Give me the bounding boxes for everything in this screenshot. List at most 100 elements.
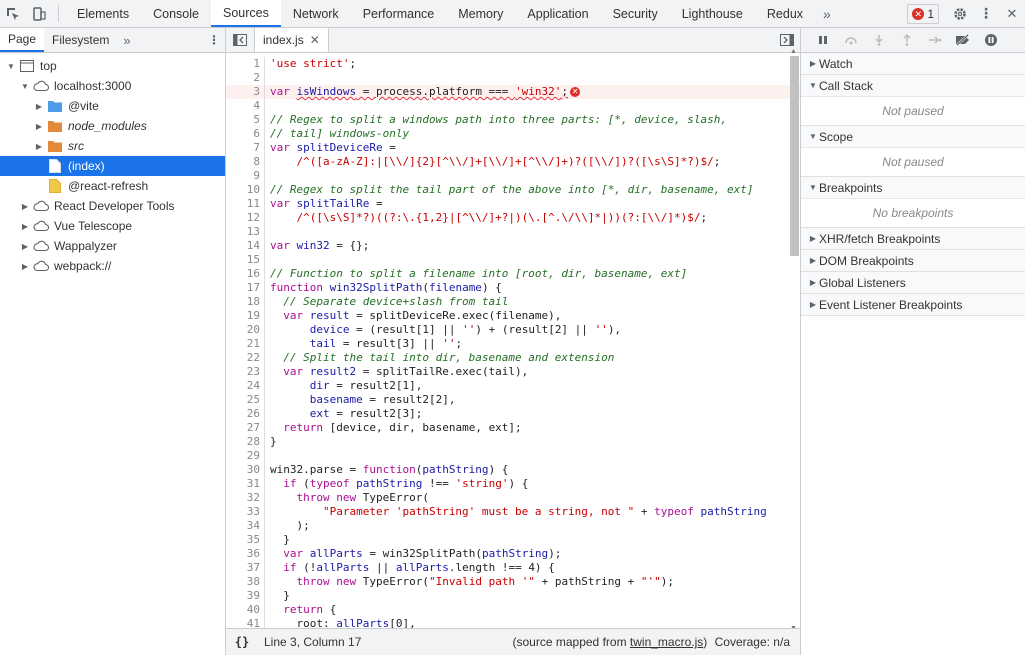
code-text[interactable]: throw new TypeError( [270,491,429,505]
tab-redux[interactable]: Redux [755,0,815,27]
expand-right-icon[interactable]: ▶ [807,278,819,287]
line-number[interactable]: 28 [226,435,264,449]
code-line[interactable]: 16 // Function to split a filename into [… [226,267,800,281]
section-header[interactable]: ▶ Event Listener Breakpoints [801,294,1025,315]
section-header[interactable]: ▶ XHR/fetch Breakpoints [801,228,1025,249]
line-number[interactable]: 37 [226,561,264,575]
line-number[interactable]: 18 [226,295,264,309]
line-number[interactable]: 12 [226,211,264,225]
step-into-icon[interactable] [865,34,893,46]
expand-right-icon[interactable]: ▶ [34,142,44,151]
editor-scrollbar[interactable]: ▲ ▼ [789,48,799,632]
code-line[interactable]: 23 var result2 = splitTailRe.exec(tail), [226,365,800,379]
code-line[interactable]: 32 throw new TypeError( [226,491,800,505]
tree-item[interactable]: ▶ src [0,136,225,156]
code-line[interactable]: 15 [226,253,800,267]
code-line[interactable]: 6 // tail] windows-only [226,127,800,141]
expand-right-icon[interactable]: ▶ [20,222,30,231]
code-line[interactable]: 2 [226,71,800,85]
expand-right-icon[interactable]: ▶ [20,202,30,211]
code-text[interactable]: /^([\s\S]*?)((?:\.{1,2}|[^\\/]+?|)(\.[^.… [270,211,708,225]
code-line[interactable]: 24 dir = result2[1], [226,379,800,393]
code-text[interactable]: var splitTailRe = [270,197,383,211]
more-tabs-button[interactable]: » [815,0,839,27]
code-text[interactable]: ); [270,519,309,533]
close-devtools-icon[interactable]: ✕ [999,6,1025,22]
code-line[interactable]: 10 // Regex to split the tail part of the… [226,183,800,197]
code-text[interactable]: if (typeof pathString !== 'string') { [270,477,528,491]
expand-right-icon[interactable]: ▶ [807,300,819,309]
expand-down-icon[interactable]: ▼ [6,62,16,71]
tab-sources[interactable]: Sources [210,0,281,27]
code-line[interactable]: 17 function win32SplitPath(filename) { [226,281,800,295]
code-text[interactable]: } [270,589,290,603]
tree-item[interactable]: ▶ Vue Telescope [0,216,225,236]
expand-right-icon[interactable]: ▶ [807,256,819,265]
line-number[interactable]: 38 [226,575,264,589]
tab-lighthouse[interactable]: Lighthouse [670,0,755,27]
code-line[interactable]: 39 } [226,589,800,603]
expand-right-icon[interactable]: ▶ [807,59,819,68]
toggle-navigator-icon[interactable] [226,28,254,52]
code-line[interactable]: 38 throw new TypeError("Invalid path '" … [226,575,800,589]
code-text[interactable]: win32.parse = function(pathString) { [270,463,508,477]
step-over-icon[interactable] [837,35,865,45]
code-text[interactable]: return [device, dir, basename, ext]; [270,421,521,435]
expand-right-icon[interactable]: ▶ [34,122,44,131]
code-line[interactable]: 41 root: allParts[0], [226,617,800,628]
tree-item[interactable]: ▶ React Developer Tools [0,196,225,216]
tab-network[interactable]: Network [281,0,351,27]
code-line[interactable]: 14 var win32 = {}; [226,239,800,253]
line-number[interactable]: 1 [226,57,264,71]
code-text[interactable]: // tail] windows-only [270,127,409,141]
expand-right-icon[interactable]: ▶ [20,262,30,271]
expand-down-icon[interactable]: ▼ [807,183,819,192]
code-line[interactable]: 30 win32.parse = function(pathString) { [226,463,800,477]
line-number[interactable]: 6 [226,127,264,141]
code-text[interactable]: if (!allParts || allParts.length !== 4) … [270,561,555,575]
code-line[interactable]: 3 var isWindows = process.platform === 'w… [226,85,800,99]
code-text[interactable]: // Regex to split a windows path into th… [270,113,727,127]
code-text[interactable]: // Split the tail into dir, basename and… [270,351,614,365]
line-number[interactable]: 40 [226,603,264,617]
tab-performance[interactable]: Performance [351,0,447,27]
code-text[interactable]: throw new TypeError("Invalid path '" + p… [270,575,675,589]
expand-right-icon[interactable]: ▶ [34,102,44,111]
code-line[interactable]: 13 [226,225,800,239]
code-text[interactable]: var isWindows = process.platform === 'wi… [270,85,581,99]
line-number[interactable]: 31 [226,477,264,491]
code-line[interactable]: 22 // Split the tail into dir, basename … [226,351,800,365]
line-number[interactable]: 16 [226,267,264,281]
code-text[interactable]: basename = result2[2], [270,393,456,407]
code-line[interactable]: 8 /^([a-zA-Z]:|[\\/]{2}[^\\/]+[\\/]+[^\\… [226,155,800,169]
code-line[interactable]: 35 } [226,533,800,547]
tab-elements[interactable]: Elements [65,0,141,27]
code-area[interactable]: 1 'use strict'; 2 3 var isWindows = process.… [226,54,800,628]
line-number[interactable]: 3 [226,85,264,99]
section-header[interactable]: ▶ Global Listeners [801,272,1025,293]
code-text[interactable]: var result = splitDeviceRe.exec(filename… [270,309,561,323]
expand-right-icon[interactable]: ▶ [20,242,30,251]
code-line[interactable]: 33 "Parameter 'pathString' must be a str… [226,505,800,519]
line-number[interactable]: 20 [226,323,264,337]
code-text[interactable]: // Regex to split the tail part of the a… [270,183,753,197]
code-line[interactable]: 12 /^([\s\S]*?)((?:\.{1,2}|[^\\/]+?|)(\.… [226,211,800,225]
section-header[interactable]: ▼ Scope [801,126,1025,147]
section-header[interactable]: ▶ DOM Breakpoints [801,250,1025,271]
code-line[interactable]: 26 ext = result2[3]; [226,407,800,421]
pretty-print-button[interactable]: {} [226,635,258,649]
code-line[interactable]: 36 var allParts = win32SplitPath(pathStr… [226,547,800,561]
code-text[interactable]: 'use strict'; [270,57,356,71]
code-text[interactable]: // Function to split a filename into [ro… [270,267,687,281]
code-line[interactable]: 7 var splitDeviceRe = [226,141,800,155]
inspect-element-icon[interactable] [0,0,26,27]
line-number[interactable]: 32 [226,491,264,505]
section-header[interactable]: ▼ Breakpoints [801,177,1025,198]
line-number[interactable]: 36 [226,547,264,561]
code-line[interactable]: 34 ); [226,519,800,533]
code-line[interactable]: 20 device = (result[1] || '') + (result[… [226,323,800,337]
settings-gear-icon[interactable] [947,7,973,21]
tab-filesystem[interactable]: Filesystem [44,28,117,52]
editor-tab-index-js[interactable]: index.js ✕ [254,28,329,52]
line-number[interactable]: 11 [226,197,264,211]
